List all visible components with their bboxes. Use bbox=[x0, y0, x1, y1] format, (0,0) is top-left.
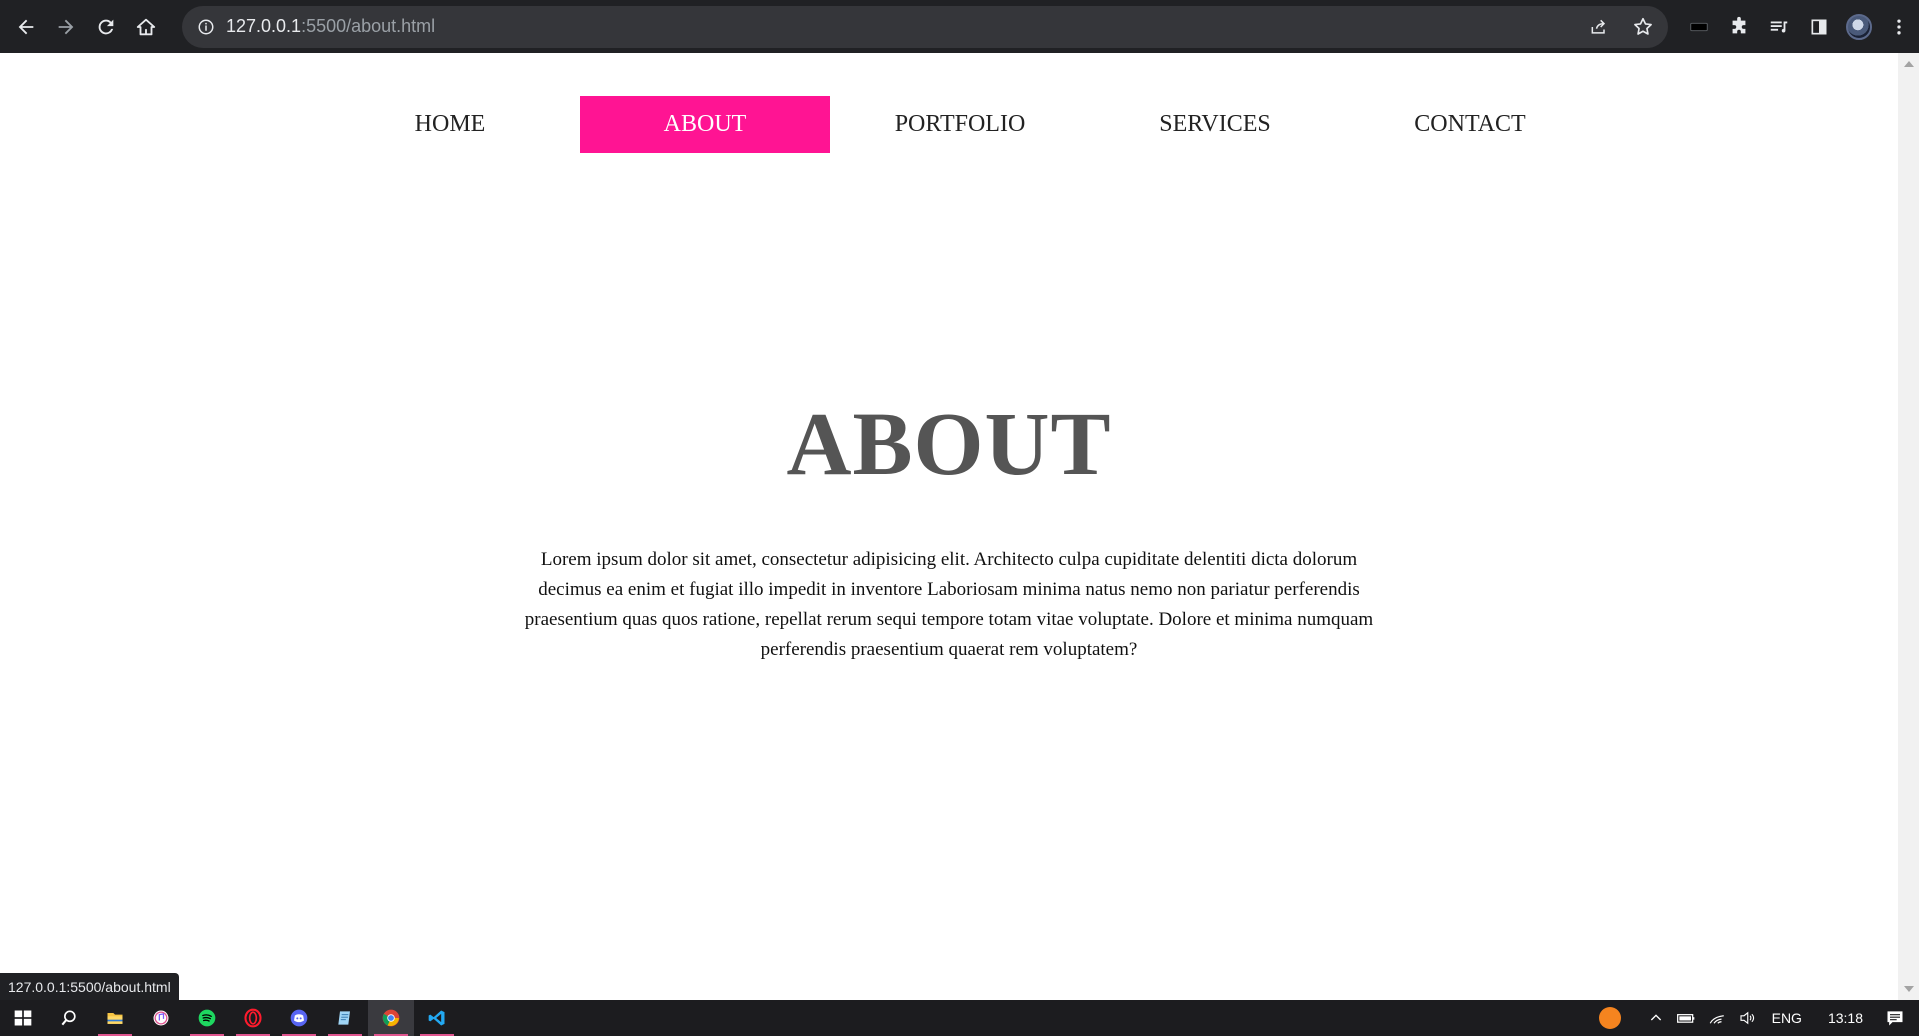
taskbar-vscode[interactable] bbox=[414, 1000, 460, 1036]
media-icon[interactable] bbox=[1762, 10, 1796, 44]
battery-status[interactable] bbox=[1670, 1000, 1702, 1036]
wifi-status[interactable] bbox=[1702, 1000, 1732, 1036]
taskbar-notepad[interactable] bbox=[322, 1000, 368, 1036]
chrome-icon bbox=[382, 1009, 400, 1027]
tray-overflow[interactable] bbox=[1642, 1000, 1670, 1036]
chevron-up-icon bbox=[1650, 1014, 1661, 1021]
back-icon bbox=[18, 19, 34, 34]
nav-portfolio[interactable]: PORTFOLIO bbox=[835, 96, 1085, 153]
vertical-scrollbar[interactable] bbox=[1898, 53, 1919, 1000]
taskbar-opera[interactable] bbox=[230, 1000, 276, 1036]
taskbar-chrome[interactable] bbox=[368, 1000, 414, 1036]
taskbar-discord[interactable] bbox=[276, 1000, 322, 1036]
itunes-icon bbox=[153, 1010, 169, 1026]
taskbar-spotify[interactable] bbox=[184, 1000, 230, 1036]
share-icon[interactable] bbox=[1582, 10, 1616, 44]
file-explorer-icon bbox=[107, 1013, 123, 1024]
system-tray: ENG 13:18 bbox=[1592, 1000, 1919, 1036]
taskbar-itunes[interactable] bbox=[138, 1000, 184, 1036]
back-button[interactable] bbox=[6, 7, 46, 47]
taskbar-search[interactable] bbox=[46, 1000, 92, 1036]
clock[interactable]: 13:18 bbox=[1812, 1000, 1879, 1036]
search-icon bbox=[61, 1010, 76, 1026]
home-icon bbox=[136, 18, 156, 35]
opera-icon bbox=[244, 1008, 262, 1028]
star-icon[interactable] bbox=[1626, 10, 1660, 44]
home-button[interactable] bbox=[126, 7, 166, 47]
sidepanel-icon[interactable] bbox=[1802, 10, 1836, 44]
windows-icon bbox=[14, 1010, 32, 1026]
vscode-icon bbox=[428, 1010, 445, 1026]
tray-orange-app[interactable] bbox=[1592, 1000, 1628, 1036]
language-indicator[interactable]: ENG bbox=[1762, 1000, 1812, 1036]
taskbar-file-explorer[interactable] bbox=[92, 1000, 138, 1036]
forward-button[interactable] bbox=[46, 7, 86, 47]
info-icon[interactable] bbox=[196, 17, 216, 37]
orange-circle-icon bbox=[1598, 1007, 1621, 1029]
url-host: 127.0.0.1 bbox=[226, 16, 302, 36]
scroll-up-icon[interactable] bbox=[1904, 61, 1914, 67]
menu-icon[interactable] bbox=[1882, 10, 1916, 44]
nav-about[interactable]: ABOUT bbox=[580, 96, 830, 153]
nav-home[interactable]: HOME bbox=[325, 96, 575, 153]
windows-taskbar: ENG 13:18 bbox=[0, 1000, 1919, 1036]
site-navigation: HOME ABOUT PORTFOLIO SERVICES CONTACT bbox=[325, 96, 1600, 153]
action-center[interactable] bbox=[1879, 1000, 1919, 1036]
reload-icon bbox=[98, 19, 114, 34]
reload-button[interactable] bbox=[86, 7, 126, 47]
volume-status[interactable] bbox=[1732, 1000, 1762, 1036]
nav-services[interactable]: SERVICES bbox=[1090, 96, 1340, 153]
speaker-icon bbox=[1740, 1011, 1754, 1025]
url-path: :5500/about.html bbox=[301, 16, 436, 36]
address-bar[interactable]: 127.0.0.1:5500/about.html bbox=[182, 5, 1668, 48]
scroll-down-icon[interactable] bbox=[1904, 986, 1914, 992]
profile-avatar[interactable] bbox=[1842, 10, 1876, 44]
url-text[interactable]: 127.0.0.1:5500/about.html bbox=[226, 16, 435, 37]
battery-icon bbox=[1676, 1014, 1694, 1023]
nav-contact[interactable]: CONTACT bbox=[1345, 96, 1595, 153]
page-title: ABOUT bbox=[786, 395, 1112, 494]
extension-icon[interactable] bbox=[1682, 10, 1716, 44]
webpage: HOME ABOUT PORTFOLIO SERVICES CONTACT AB… bbox=[0, 53, 1898, 1000]
notification-icon bbox=[1887, 1011, 1903, 1026]
spotify-icon bbox=[198, 1009, 216, 1027]
puzzle-icon[interactable] bbox=[1722, 10, 1756, 44]
about-paragraph: Lorem ipsum dolor sit amet, consectetur … bbox=[524, 549, 1374, 660]
browser-toolbar: 127.0.0.1:5500/about.html bbox=[0, 0, 1919, 53]
forward-icon bbox=[58, 19, 74, 34]
notepad-icon bbox=[338, 1011, 350, 1025]
avatar bbox=[1846, 13, 1872, 40]
link-status-bubble: 127.0.0.1:5500/about.html bbox=[0, 973, 179, 1000]
discord-icon bbox=[290, 1009, 308, 1027]
wifi-icon bbox=[1709, 1015, 1724, 1024]
start-button[interactable] bbox=[0, 1000, 46, 1036]
